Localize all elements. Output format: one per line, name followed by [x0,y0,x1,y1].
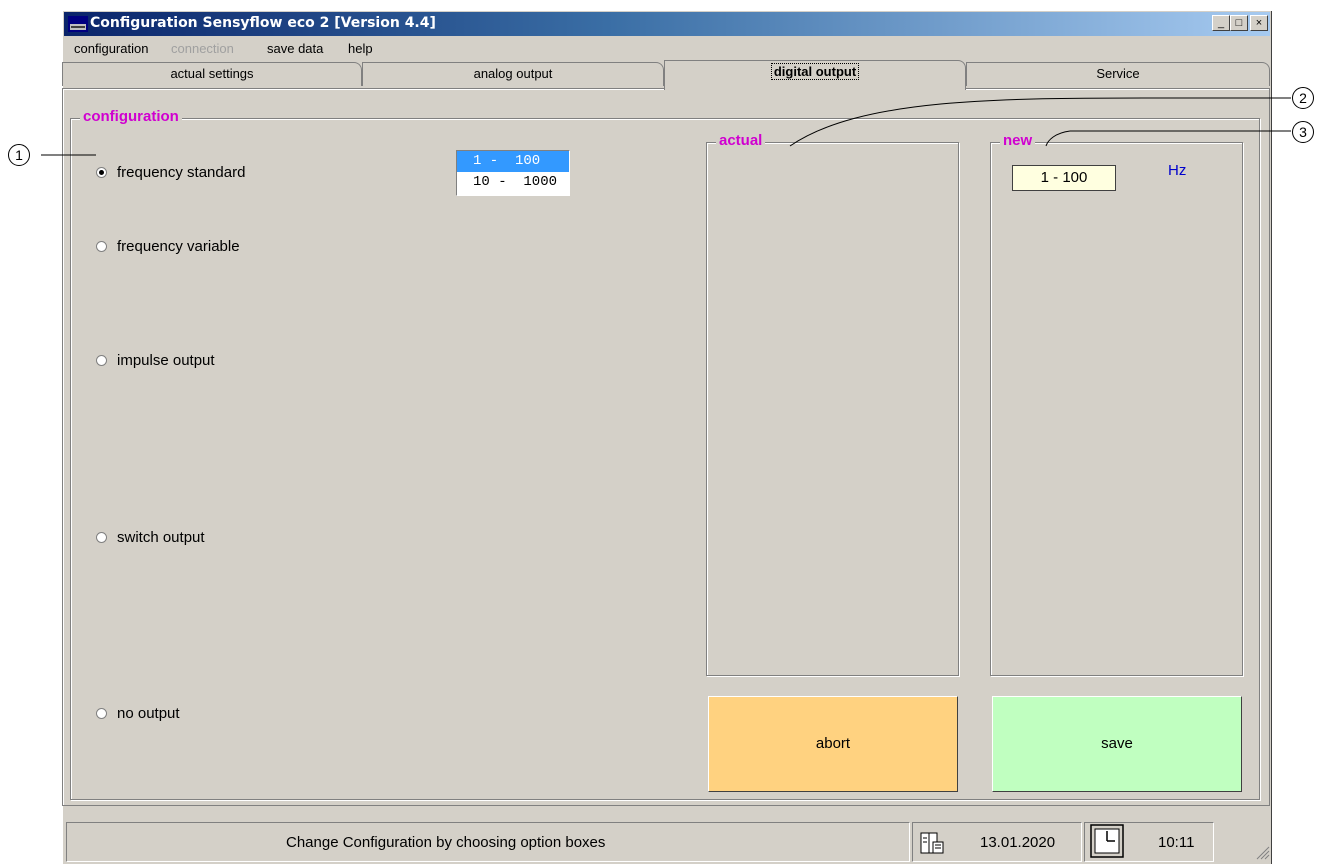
callout-1: 1 [8,144,30,166]
callout-lines [41,97,1291,156]
callout-2: 2 [1292,87,1314,109]
callout-3: 3 [1292,121,1314,143]
